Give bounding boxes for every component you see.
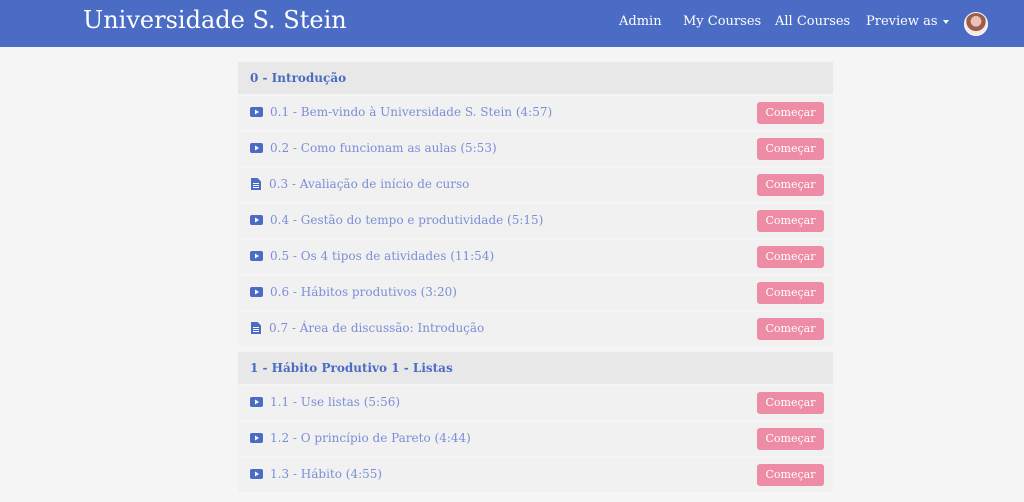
start-button[interactable]: Começar	[757, 138, 824, 160]
lecture-label[interactable]: 0.1 - Bem-vindo à Universidade S. Stein …	[270, 105, 552, 119]
document-icon	[251, 322, 261, 334]
lecture-item[interactable]: 0.1 - Bem-vindo à Universidade S. Stein …	[238, 96, 833, 130]
start-button[interactable]: Começar	[757, 246, 824, 268]
start-button[interactable]: Começar	[757, 282, 824, 304]
brand-title[interactable]: Universidade S. Stein	[83, 6, 347, 34]
lecture-item[interactable]: 0.5 - Os 4 tipos de atividades (11:54) C…	[238, 240, 833, 274]
lecture-label[interactable]: 0.3 - Avaliação de início de curso	[269, 177, 469, 191]
start-button[interactable]: Começar	[757, 210, 824, 232]
lecture-item[interactable]: 0.4 - Gestão do tempo e produtividade (5…	[238, 204, 833, 238]
lecture-item[interactable]: 1.3 - Hábito (4:55) Começar	[238, 458, 833, 492]
lecture-item[interactable]: 0.7 - Área de discussão: Introdução Come…	[238, 312, 833, 346]
document-icon	[251, 178, 261, 190]
section-title: 1 - Hábito Produtivo 1 - Listas	[238, 352, 833, 384]
lecture-label[interactable]: 0.7 - Área de discussão: Introdução	[269, 321, 484, 335]
avatar[interactable]	[964, 12, 988, 36]
top-navbar: Universidade S. Stein Admin My Courses A…	[0, 0, 1024, 47]
start-button[interactable]: Começar	[757, 174, 824, 196]
nav-my-courses[interactable]: My Courses	[683, 14, 761, 29]
lecture-label[interactable]: 0.5 - Os 4 tipos de atividades (11:54)	[270, 249, 494, 263]
start-button[interactable]: Começar	[757, 392, 824, 414]
nav-preview-as[interactable]: Preview as	[866, 14, 949, 29]
lecture-item[interactable]: 1.1 - Use listas (5:56) Começar	[238, 386, 833, 420]
section-title: 0 - Introdução	[238, 62, 833, 94]
lecture-label[interactable]: 1.1 - Use listas (5:56)	[270, 395, 400, 409]
lecture-label[interactable]: 0.4 - Gestão do tempo e produtividade (5…	[270, 213, 543, 227]
nav-all-courses[interactable]: All Courses	[775, 14, 850, 29]
lecture-item[interactable]: 1.2 - O princípio de Pareto (4:44) Começ…	[238, 422, 833, 456]
start-button[interactable]: Começar	[757, 428, 824, 450]
start-button[interactable]: Começar	[757, 464, 824, 486]
lecture-label[interactable]: 1.2 - O princípio de Pareto (4:44)	[270, 431, 471, 445]
video-icon	[250, 469, 263, 479]
video-icon	[250, 143, 263, 153]
video-icon	[250, 251, 263, 261]
lecture-label[interactable]: 0.2 - Como funcionam as aulas (5:53)	[270, 141, 497, 155]
lecture-item[interactable]: 0.6 - Hábitos produtivos (3:20) Começar	[238, 276, 833, 310]
start-button[interactable]: Começar	[757, 102, 824, 124]
nav-admin[interactable]: Admin	[619, 14, 662, 29]
lecture-item[interactable]: 0.2 - Como funcionam as aulas (5:53) Com…	[238, 132, 833, 166]
video-icon	[250, 397, 263, 407]
course-curriculum: 0 - Introdução 0.1 - Bem-vindo à Univers…	[238, 62, 833, 492]
lecture-label[interactable]: 0.6 - Hábitos produtivos (3:20)	[270, 285, 457, 299]
start-button[interactable]: Começar	[757, 318, 824, 340]
nav-preview-as-label: Preview as	[866, 14, 938, 29]
video-icon	[250, 433, 263, 443]
lecture-label[interactable]: 1.3 - Hábito (4:55)	[270, 467, 382, 481]
video-icon	[250, 287, 263, 297]
caret-down-icon	[942, 19, 949, 24]
video-icon	[250, 215, 263, 225]
video-icon	[250, 107, 263, 117]
lecture-item[interactable]: 0.3 - Avaliação de início de curso Começ…	[238, 168, 833, 202]
